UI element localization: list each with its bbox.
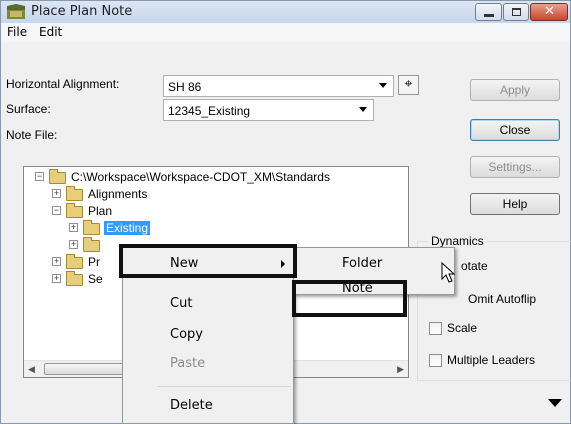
settings-button[interactable]: Settings... [470, 156, 560, 178]
menu-file[interactable]: File [7, 25, 27, 39]
menu-separator [157, 386, 291, 387]
collapse-icon: − [52, 205, 61, 215]
highlight-new-box [119, 244, 297, 278]
mouse-cursor-icon [441, 262, 456, 283]
chevron-down-icon [359, 107, 367, 112]
folder-icon [83, 220, 100, 235]
menu-item-cut[interactable]: Cut [170, 296, 192, 311]
expand-icon: + [69, 239, 78, 249]
collapse-icon: − [35, 171, 44, 181]
multiple-leaders-checkbox[interactable] [429, 354, 442, 367]
app-icon [7, 4, 25, 19]
tree-item-label: Pr [88, 255, 100, 269]
surface-label: Surface: [6, 102, 51, 116]
multiple-leaders-label: Multiple Leaders [447, 353, 536, 367]
surface-select[interactable]: 12345_Existing [163, 99, 374, 121]
menu-item-delete[interactable]: Delete [170, 398, 213, 413]
horizontal-alignment-value: SH 86 [168, 80, 202, 94]
surface-value: 12345_Existing [168, 104, 251, 118]
scale-label: Scale [447, 321, 478, 335]
expand-dialog-icon[interactable] [548, 399, 562, 407]
tree-item-root[interactable]: − C:\Workspace\Workspace-CDOT_XM\Standar… [24, 168, 408, 184]
menu-item-paste[interactable]: Paste [170, 356, 205, 371]
folder-open-icon [66, 203, 83, 218]
rotate-label: otate [461, 259, 488, 273]
menu-item-copy[interactable]: Copy [170, 327, 203, 342]
maximize-icon [512, 8, 521, 16]
title-bar[interactable]: Place Plan Note ✕ [1, 1, 570, 23]
close-window-button[interactable]: ✕ [530, 3, 568, 21]
menu-edit[interactable]: Edit [39, 25, 62, 39]
note-file-label: Note File: [6, 128, 58, 142]
tree-item-alignments[interactable]: + Alignments [24, 185, 408, 201]
close-icon: ✕ [544, 4, 555, 19]
tree-item-label: Existing [104, 221, 151, 235]
maximize-button[interactable] [503, 3, 529, 21]
apply-button[interactable]: Apply [470, 79, 560, 101]
highlight-note-box [292, 280, 407, 317]
tree-item-label: Plan [88, 204, 113, 218]
folder-icon [83, 237, 100, 252]
menu-item-folder[interactable]: Folder [342, 256, 382, 271]
pick-alignment-button[interactable]: ⌖ [398, 75, 419, 95]
horizontal-alignment-label: Horizontal Alignment: [6, 77, 120, 91]
tree-item-existing[interactable]: + Existing [24, 219, 408, 235]
expand-icon: + [52, 273, 61, 283]
scroll-left-icon[interactable]: ◀ [28, 364, 35, 375]
minimize-button[interactable] [475, 3, 502, 21]
tree-item-label: C:\Workspace\Workspace-CDOT_XM\Standards [71, 170, 330, 184]
scroll-right-icon[interactable]: ▶ [397, 364, 404, 375]
folder-icon [66, 254, 83, 269]
dynamics-legend: Dynamics [429, 234, 486, 248]
horizontal-alignment-select[interactable]: SH 86 [163, 75, 394, 97]
tree-item-plan[interactable]: − Plan [24, 202, 408, 218]
folder-icon [66, 271, 83, 286]
tree-item-label: Se [88, 272, 103, 286]
folder-open-icon [49, 169, 66, 184]
minimize-icon [484, 14, 494, 17]
folder-icon [66, 186, 83, 201]
tree-item-label: Alignments [88, 187, 148, 201]
help-button[interactable]: Help [470, 193, 560, 215]
window-title: Place Plan Note [31, 4, 133, 19]
expand-icon: + [69, 222, 78, 232]
expand-icon: + [52, 256, 61, 266]
omit-autoflip-label: Omit Autoflip [468, 292, 537, 306]
expand-icon: + [52, 188, 61, 198]
menu-bar: File Edit [1, 23, 570, 42]
scale-checkbox[interactable] [429, 322, 442, 335]
close-button[interactable]: Close [470, 119, 560, 141]
crosshair-icon: ⌖ [404, 76, 413, 92]
chevron-down-icon [379, 83, 387, 88]
